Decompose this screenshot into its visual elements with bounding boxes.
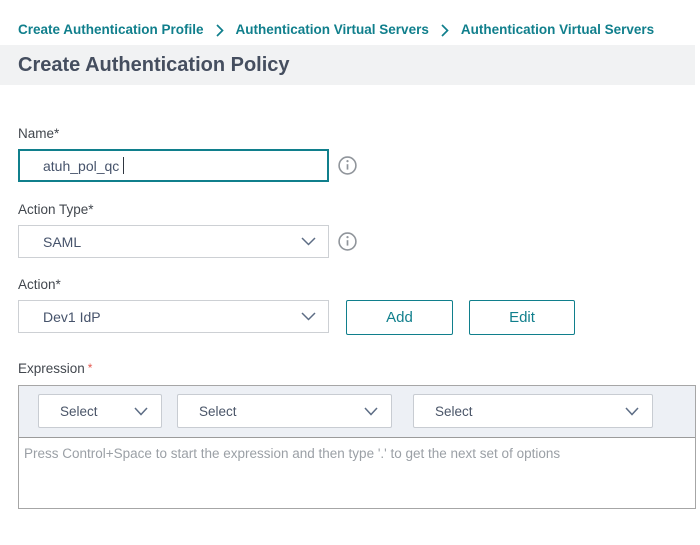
action-type-field-row: SAML	[18, 225, 700, 258]
expression-select-1[interactable]: Select	[38, 394, 162, 428]
name-label: Name*	[18, 126, 700, 142]
chevron-right-icon	[441, 24, 449, 37]
breadcrumb-link-authentication-virtual-servers-2[interactable]: Authentication Virtual Servers	[461, 22, 654, 38]
action-type-dropdown[interactable]: SAML	[18, 225, 329, 258]
breadcrumb-link-create-authentication-profile[interactable]: Create Authentication Profile	[18, 22, 204, 38]
expression-label-row: Expression *	[18, 361, 700, 377]
expression-label: Expression	[18, 361, 85, 377]
action-type-selected-value: SAML	[43, 234, 81, 250]
expression-select-3-value: Select	[435, 404, 473, 419]
required-marker: *	[88, 360, 93, 376]
action-label: Action*	[18, 277, 700, 293]
info-icon[interactable]	[338, 232, 357, 251]
breadcrumb: Create Authentication Profile Authentica…	[0, 0, 700, 45]
chevron-down-icon	[301, 237, 316, 246]
action-field-row: Dev1 IdP Add Edit	[18, 300, 700, 335]
expression-select-1-value: Select	[60, 404, 98, 419]
action-type-label: Action Type*	[18, 202, 700, 218]
expression-select-3[interactable]: Select	[413, 394, 653, 428]
expression-toolbar: Select Select Select	[19, 386, 695, 437]
edit-button[interactable]: Edit	[469, 300, 575, 335]
breadcrumb-link-authentication-virtual-servers[interactable]: Authentication Virtual Servers	[236, 22, 429, 38]
name-field-row	[18, 149, 700, 182]
name-input[interactable]	[18, 149, 329, 182]
chevron-right-icon	[216, 24, 224, 37]
action-selected-value: Dev1 IdP	[43, 309, 101, 325]
expression-editor-container: Select Select Select	[18, 385, 696, 509]
expression-select-2[interactable]: Select	[177, 394, 392, 428]
add-button[interactable]: Add	[346, 300, 453, 335]
chevron-down-icon	[625, 407, 639, 416]
create-authentication-policy-form: Name* Action Type* SAML Action*	[0, 126, 700, 509]
text-caret	[123, 157, 124, 174]
action-dropdown[interactable]: Dev1 IdP	[18, 300, 329, 333]
chevron-down-icon	[134, 407, 148, 416]
info-icon[interactable]	[338, 156, 357, 175]
page-title: Create Authentication Policy	[18, 54, 290, 77]
chevron-down-icon	[364, 407, 378, 416]
expression-text-area[interactable]	[19, 437, 695, 508]
chevron-down-icon	[301, 312, 316, 321]
page-header-bar: Create Authentication Policy	[0, 45, 695, 85]
expression-select-2-value: Select	[199, 404, 237, 419]
